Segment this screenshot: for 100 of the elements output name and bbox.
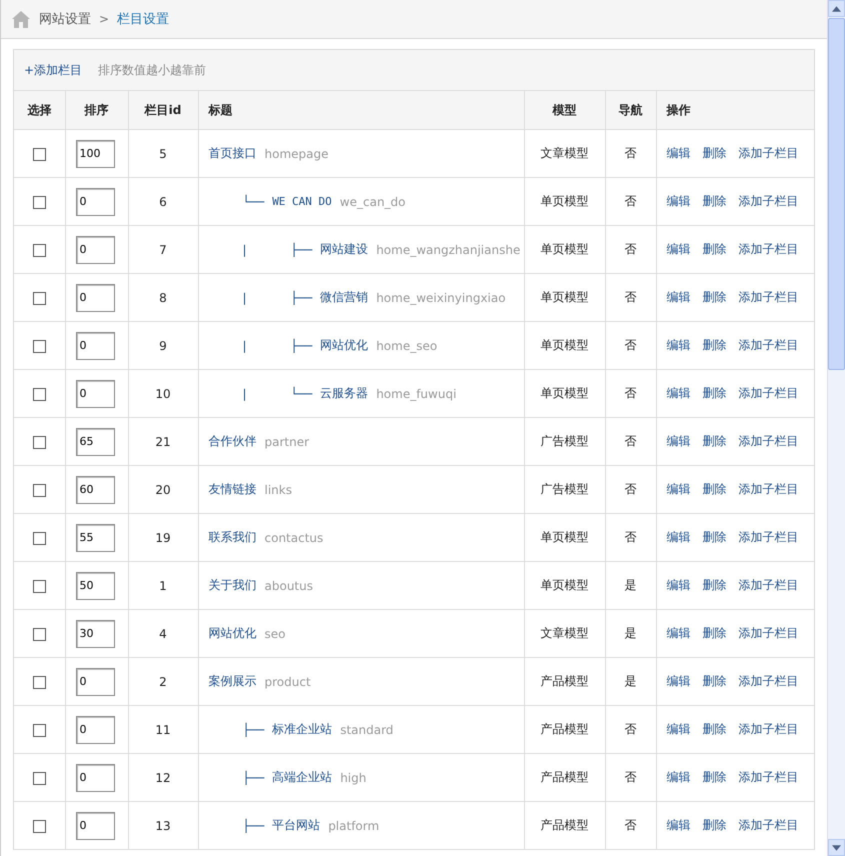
row-checkbox[interactable] (32, 532, 46, 545)
column-title-link[interactable]: 网站优化 (320, 337, 368, 354)
action-link[interactable]: 删除 (702, 577, 726, 594)
action-link[interactable]: 删除 (702, 673, 726, 690)
column-title-link[interactable]: 联系我们 (208, 529, 256, 546)
add-column-link[interactable]: +添加栏目 (24, 62, 82, 78)
column-title-link[interactable]: 首页接口 (208, 145, 256, 162)
sort-order-input[interactable]: 0 (76, 716, 114, 744)
action-link[interactable]: 编辑 (666, 721, 690, 738)
column-title-link[interactable]: 合作伙伴 (208, 433, 256, 450)
scroll-thumb[interactable] (828, 18, 845, 370)
action-link[interactable]: 添加子栏目 (738, 529, 798, 546)
sort-order-input[interactable]: 0 (76, 764, 114, 792)
sort-order-input[interactable]: 0 (76, 380, 114, 408)
row-checkbox[interactable] (32, 196, 46, 209)
row-checkbox[interactable] (32, 148, 46, 161)
action-link[interactable]: 添加子栏目 (738, 433, 798, 450)
sort-order-input[interactable]: 50 (76, 572, 114, 600)
sort-order-input[interactable]: 100 (76, 140, 114, 168)
action-link[interactable]: 编辑 (666, 529, 690, 546)
action-link[interactable]: 删除 (702, 433, 726, 450)
action-link[interactable]: 删除 (702, 193, 726, 210)
sort-order-input[interactable]: 60 (76, 476, 114, 504)
row-checkbox[interactable] (32, 340, 46, 353)
action-link[interactable]: 添加子栏目 (738, 145, 798, 162)
scroll-down-icon[interactable] (828, 839, 845, 856)
row-checkbox[interactable] (32, 436, 46, 449)
action-link[interactable]: 添加子栏目 (738, 721, 798, 738)
action-link[interactable]: 删除 (702, 817, 726, 834)
action-link[interactable]: 添加子栏目 (738, 337, 798, 354)
column-title-link[interactable]: 云服务器 (320, 385, 368, 402)
action-link[interactable]: 编辑 (666, 769, 690, 786)
action-link[interactable]: 编辑 (666, 625, 690, 642)
row-checkbox[interactable] (32, 676, 46, 689)
sort-order-input[interactable]: 0 (76, 284, 114, 312)
column-title-link[interactable]: 网站优化 (208, 625, 256, 642)
action-link[interactable]: 删除 (702, 625, 726, 642)
column-title-link[interactable]: 关于我们 (208, 577, 256, 594)
action-link[interactable]: 编辑 (666, 241, 690, 258)
row-checkbox[interactable] (32, 292, 46, 305)
action-link[interactable]: 删除 (702, 481, 726, 498)
action-link[interactable]: 添加子栏目 (738, 385, 798, 402)
action-link[interactable]: 删除 (702, 721, 726, 738)
row-checkbox[interactable] (32, 820, 46, 833)
action-link[interactable]: 编辑 (666, 385, 690, 402)
scroll-up-icon[interactable] (828, 0, 845, 17)
sort-order-input[interactable]: 30 (76, 620, 114, 648)
action-link[interactable]: 编辑 (666, 673, 690, 690)
action-link[interactable]: 添加子栏目 (738, 673, 798, 690)
row-checkbox[interactable] (32, 628, 46, 641)
action-link[interactable]: 编辑 (666, 289, 690, 306)
sort-order-input[interactable]: 0 (76, 236, 114, 264)
sort-order-input[interactable]: 0 (76, 332, 114, 360)
action-link[interactable]: 编辑 (666, 817, 690, 834)
action-link[interactable]: 添加子栏目 (738, 193, 798, 210)
column-title-link[interactable]: 友情链接 (208, 481, 256, 498)
action-link[interactable]: 添加子栏目 (738, 241, 798, 258)
action-link[interactable]: 编辑 (666, 145, 690, 162)
row-checkbox[interactable] (32, 484, 46, 497)
row-checkbox[interactable] (32, 244, 46, 257)
model-cell: 单页模型 (540, 290, 588, 304)
row-checkbox[interactable] (32, 724, 46, 737)
sort-order-input[interactable]: 0 (76, 668, 114, 696)
breadcrumb-link[interactable]: 网站设置 (39, 10, 91, 28)
action-link[interactable]: 添加子栏目 (738, 289, 798, 306)
row-checkbox[interactable] (32, 580, 46, 593)
action-link[interactable]: 删除 (702, 289, 726, 306)
action-link[interactable]: 添加子栏目 (738, 577, 798, 594)
action-link[interactable]: 添加子栏目 (738, 625, 798, 642)
action-link[interactable]: 删除 (702, 385, 726, 402)
column-title-link[interactable]: WE CAN DO (272, 195, 332, 208)
action-link[interactable]: 添加子栏目 (738, 481, 798, 498)
action-link[interactable]: 删除 (702, 769, 726, 786)
sort-order-input[interactable]: 65 (76, 428, 114, 456)
action-link[interactable]: 编辑 (666, 433, 690, 450)
row-checkbox[interactable] (32, 388, 46, 401)
id-cell: 6 (159, 194, 167, 208)
sort-order-input[interactable]: 0 (76, 812, 114, 840)
column-title-link[interactable]: 网站建设 (320, 241, 368, 258)
scrollbar[interactable] (827, 0, 845, 856)
sort-order-input[interactable]: 55 (76, 524, 114, 552)
action-link[interactable]: 删除 (702, 529, 726, 546)
row-checkbox[interactable] (32, 772, 46, 785)
column-title-link[interactable]: 案例展示 (208, 673, 256, 690)
action-link[interactable]: 删除 (702, 241, 726, 258)
column-title-link[interactable]: 高端企业站 (272, 769, 332, 786)
action-link[interactable]: 编辑 (666, 337, 690, 354)
column-title-link[interactable]: 微信营销 (320, 289, 368, 306)
action-link[interactable]: 删除 (702, 337, 726, 354)
id-cell: 8 (159, 290, 167, 304)
sort-order-input[interactable]: 0 (76, 188, 114, 216)
breadcrumb-link[interactable]: 栏目设置 (117, 10, 170, 28)
action-link[interactable]: 删除 (702, 145, 726, 162)
action-link[interactable]: 编辑 (666, 481, 690, 498)
action-link[interactable]: 添加子栏目 (738, 817, 798, 834)
action-link[interactable]: 编辑 (666, 193, 690, 210)
action-link[interactable]: 编辑 (666, 577, 690, 594)
column-title-link[interactable]: 标准企业站 (272, 721, 332, 738)
action-link[interactable]: 添加子栏目 (738, 769, 798, 786)
column-title-link[interactable]: 平台网站 (272, 817, 320, 834)
